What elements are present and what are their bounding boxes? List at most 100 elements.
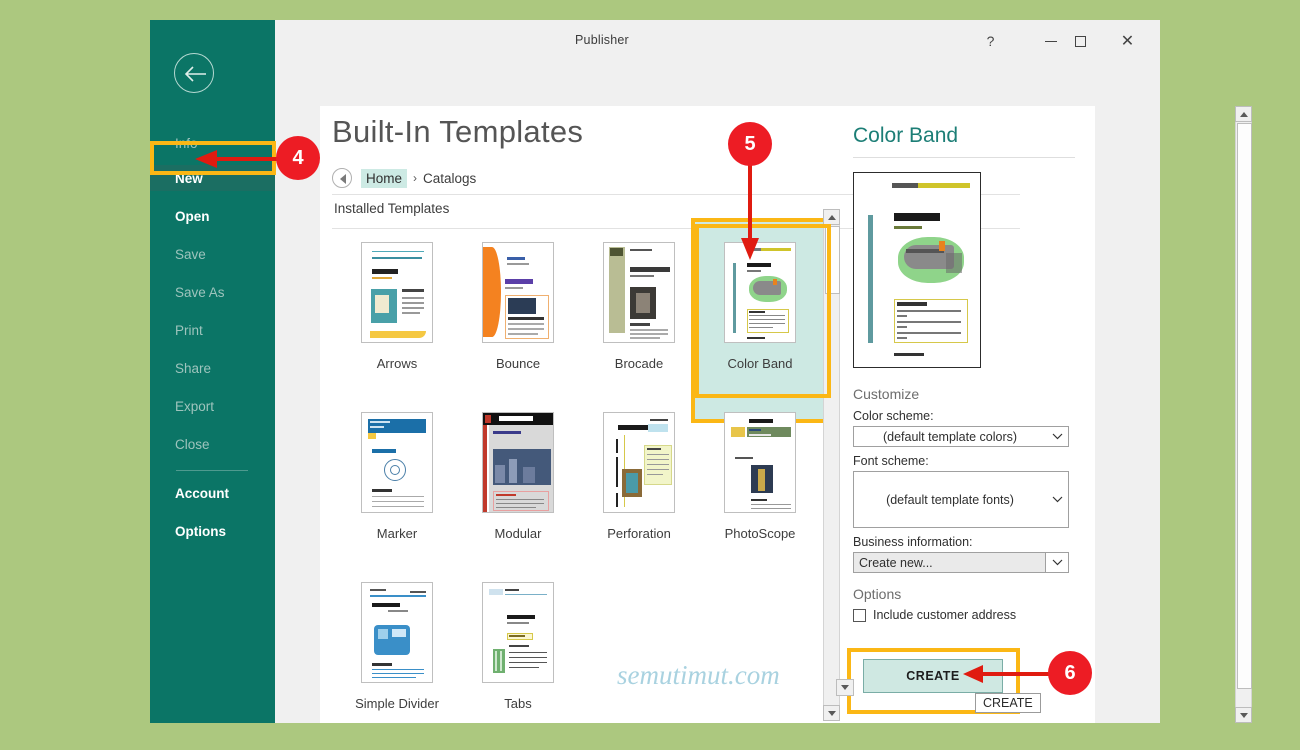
- close-button[interactable]: ✕: [1105, 20, 1150, 62]
- sidebar-item-options[interactable]: Options: [150, 518, 275, 544]
- breadcrumb-home[interactable]: Home: [361, 168, 408, 188]
- chevron-down-icon: [1046, 496, 1068, 503]
- callout-number: 5: [744, 132, 756, 155]
- watermark: semutimut.com: [617, 660, 780, 690]
- breadcrumb-separator: ›: [413, 171, 418, 185]
- template-thumbnail: [361, 242, 433, 343]
- sidebar-item-export[interactable]: Export: [150, 393, 275, 419]
- scroll-up-button[interactable]: [1235, 106, 1252, 122]
- template-thumbnail: [482, 582, 554, 683]
- template-label: Modular: [494, 526, 542, 541]
- callout-4: 4: [276, 136, 320, 180]
- include-customer-address-row[interactable]: Include customer address: [853, 608, 1078, 622]
- template-label: Marker: [376, 526, 418, 541]
- business-information-value: Create new...: [854, 553, 1046, 572]
- maximize-button[interactable]: [1058, 20, 1103, 62]
- chevron-down-icon: [1046, 433, 1068, 440]
- sidebar-item-label: Export: [175, 398, 215, 414]
- installed-templates-label: Installed Templates: [334, 201, 450, 216]
- content-scrollbar[interactable]: [1235, 106, 1252, 723]
- chevron-down-icon: [1239, 712, 1248, 718]
- grid-scroll-down-button[interactable]: [836, 679, 854, 696]
- chevron-up-icon: [827, 214, 836, 220]
- template-arrows[interactable]: Arrows: [332, 234, 462, 404]
- scrollbar-thumb[interactable]: [1237, 123, 1252, 689]
- business-information-select[interactable]: Create new...: [853, 552, 1069, 573]
- color-scheme-value: (default template colors): [882, 429, 1018, 444]
- template-thumbnail: [603, 242, 675, 343]
- template-label: PhotoScope: [724, 526, 796, 541]
- template-thumbnail: [724, 412, 796, 513]
- callout-arrow-5: [741, 160, 759, 260]
- color-scheme-label: Color scheme:: [853, 409, 934, 423]
- templates-sheet: Built-In Templates Home › Catalogs Insta…: [320, 106, 1095, 723]
- template-thumbnail: [482, 412, 554, 513]
- backstage-sidebar: Info New Open Save Save As Print Share E…: [150, 20, 275, 723]
- template-tabs[interactable]: Tabs: [453, 574, 583, 744]
- options-heading: Options: [853, 586, 902, 602]
- breadcrumb: Home › Catalogs: [332, 168, 476, 188]
- font-scheme-select[interactable]: (default template fonts): [853, 471, 1069, 528]
- font-scheme-label: Font scheme:: [853, 454, 929, 468]
- chevron-down-icon: [827, 710, 836, 716]
- template-thumbnail: [482, 242, 554, 343]
- callout-arrow-6: [963, 665, 1051, 683]
- close-icon: ✕: [1120, 33, 1135, 50]
- template-preview-panel: Color Band Customize Color scheme: (defa…: [853, 124, 1078, 622]
- template-photoscope[interactable]: PhotoScope: [695, 404, 825, 574]
- sidebar-item-label: Share: [175, 360, 212, 376]
- callout-number: 6: [1064, 661, 1076, 684]
- scroll-up-button[interactable]: [823, 209, 840, 225]
- template-label: Arrows: [376, 356, 418, 371]
- breadcrumb-current: Catalogs: [423, 170, 477, 186]
- template-bounce[interactable]: Bounce: [453, 234, 583, 404]
- sidebar-item-label: Save: [175, 246, 206, 262]
- callout-5: 5: [728, 122, 772, 166]
- help-icon[interactable]: ?: [968, 20, 1013, 62]
- screenshot-root: Publisher ? ✕ Info New Open Save Save As…: [0, 0, 1300, 750]
- create-tooltip: CREATE: [975, 693, 1041, 713]
- sidebar-item-label: Save As: [175, 284, 225, 300]
- sidebar-item-label: Options: [175, 523, 226, 539]
- template-modular[interactable]: Modular: [453, 404, 583, 574]
- template-brocade[interactable]: Brocade: [574, 234, 704, 404]
- template-perforation[interactable]: Perforation: [574, 404, 704, 574]
- sidebar-item-print[interactable]: Print: [150, 317, 275, 343]
- sidebar-item-save-as[interactable]: Save As: [150, 279, 275, 305]
- publisher-window: Publisher ? ✕ Info New Open Save Save As…: [150, 20, 1252, 723]
- sidebar-item-share[interactable]: Share: [150, 355, 275, 381]
- callout-number: 4: [292, 146, 304, 169]
- back-arrow-icon: [184, 66, 206, 82]
- template-label: Bounce: [495, 356, 541, 371]
- sidebar-divider: [176, 470, 248, 471]
- template-label: Brocade: [614, 356, 664, 371]
- back-button[interactable]: [174, 53, 214, 93]
- template-marker[interactable]: Marker: [332, 404, 462, 574]
- template-label: Perforation: [607, 526, 671, 541]
- highlight-template-color-band: [695, 224, 831, 398]
- include-customer-address-label: Include customer address: [873, 608, 1017, 622]
- minimize-icon: [1044, 40, 1057, 42]
- include-customer-address-checkbox[interactable]: [853, 608, 866, 622]
- color-scheme-select[interactable]: (default template colors): [853, 426, 1069, 447]
- callout-6: 6: [1048, 651, 1092, 695]
- sidebar-item-open[interactable]: Open: [150, 203, 275, 229]
- template-label: Tabs: [504, 696, 532, 711]
- breadcrumb-back-icon[interactable]: [332, 168, 352, 188]
- scroll-down-button[interactable]: [823, 705, 840, 721]
- sidebar-item-label: Open: [175, 208, 210, 224]
- sidebar-item-save[interactable]: Save: [150, 241, 275, 267]
- sidebar-item-close[interactable]: Close: [150, 431, 275, 457]
- sidebar-item-label: Print: [175, 322, 203, 338]
- sidebar-item-account[interactable]: Account: [150, 480, 275, 506]
- business-information-label: Business information:: [853, 535, 973, 549]
- template-label: Simple Divider: [355, 696, 439, 711]
- preview-title: Color Band: [853, 124, 959, 147]
- title-bar: Publisher ? ✕: [150, 20, 1160, 62]
- template-simple-divider[interactable]: Simple Divider: [332, 574, 462, 744]
- chevron-up-icon: [1239, 111, 1248, 117]
- scroll-down-button[interactable]: [1235, 707, 1252, 723]
- preview-divider: [853, 157, 1075, 158]
- preview-thumbnail: [853, 172, 981, 368]
- font-scheme-value: (default template fonts): [886, 492, 1014, 507]
